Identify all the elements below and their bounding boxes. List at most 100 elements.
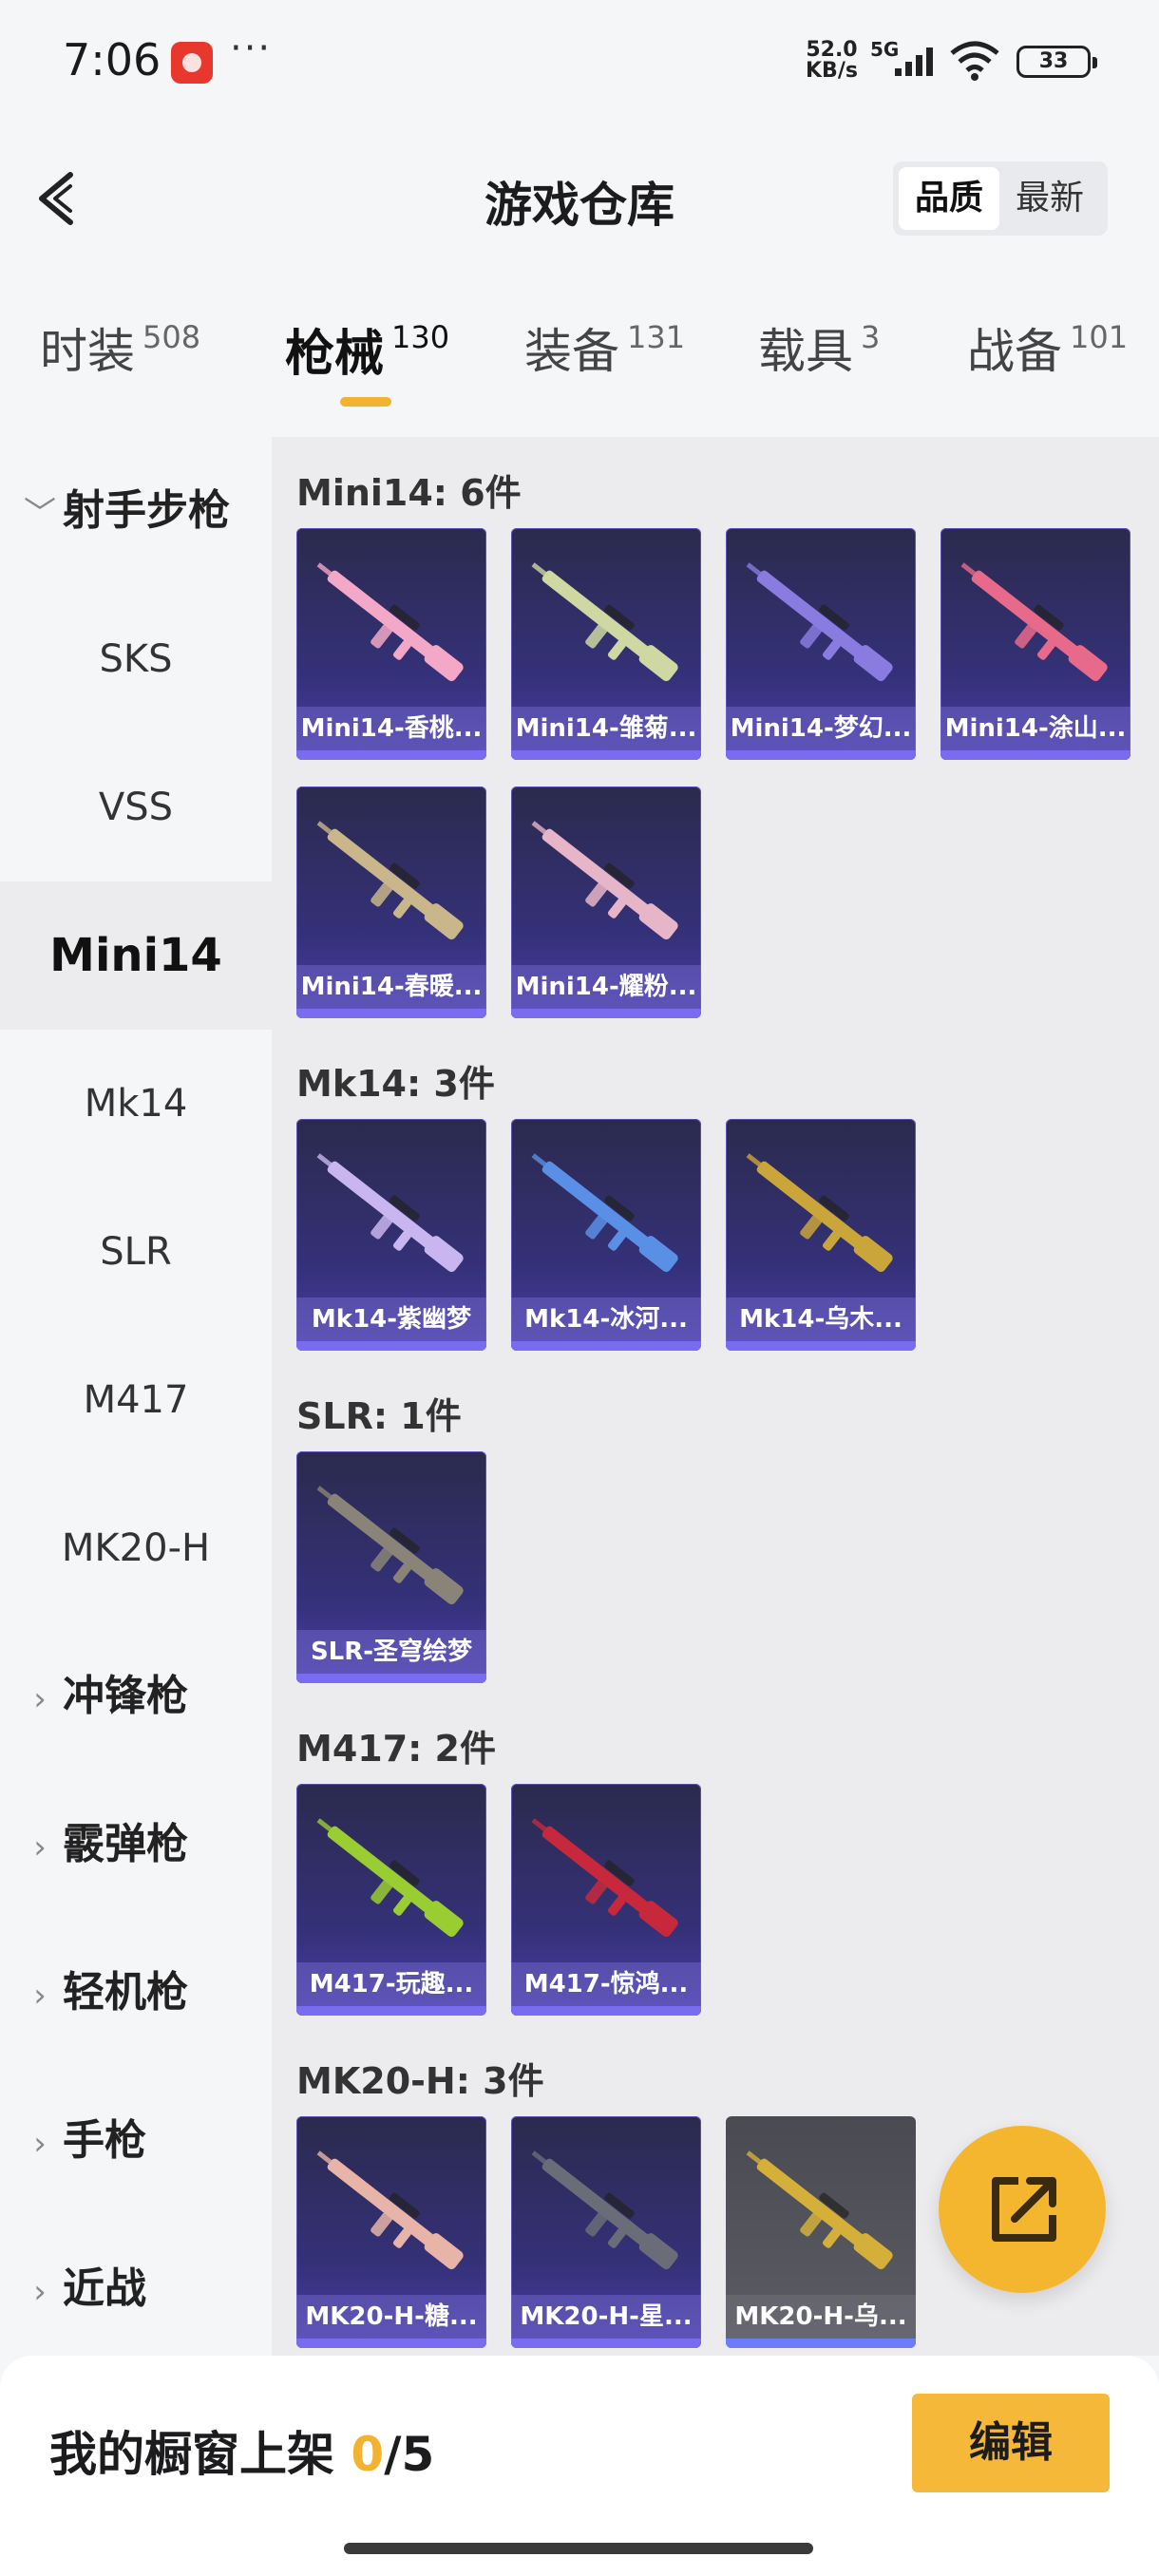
rifle-icon xyxy=(960,562,1108,682)
weapon-name: Mk14-乌木... xyxy=(726,1297,916,1341)
rifle-icon xyxy=(316,2150,464,2270)
chevron-right-icon: › xyxy=(33,2125,47,2163)
chevron-right-icon: › xyxy=(33,1977,47,2015)
rarity-strip xyxy=(296,1674,486,1683)
weapon-name: Mini14-耀粉... xyxy=(511,965,701,1009)
sidebar-group-marksman[interactable]: ﹀ 射手步枪 xyxy=(0,437,272,585)
sidebar-group-label: 手枪 xyxy=(63,2116,146,2165)
rarity-strip xyxy=(511,1341,701,1351)
rarity-strip xyxy=(296,1009,486,1018)
rarity-strip xyxy=(726,2339,916,2348)
weapon-name: SLR-圣穹绘梦 xyxy=(296,1630,486,1674)
rarity-strip xyxy=(511,2339,701,2348)
section-title: M417: 2件 xyxy=(296,1728,497,1770)
rifle-icon xyxy=(316,562,464,682)
sidebar-item-mk20h[interactable]: MK20-H xyxy=(0,1474,272,1622)
weapon-card[interactable]: MK20-H-星... xyxy=(511,2116,701,2348)
section-title: SLR: 1件 xyxy=(296,1395,462,1437)
sort-newest-button[interactable]: 最新 xyxy=(999,167,1100,230)
weapon-card[interactable]: SLR-圣穹绘梦 xyxy=(296,1451,486,1683)
tab-guns[interactable]: 枪械 130 xyxy=(285,313,449,408)
tab-label: 战备 xyxy=(967,324,1062,379)
sidebar-item-mk14[interactable]: Mk14 xyxy=(0,1030,272,1178)
weapon-name: MK20-H-乌... xyxy=(726,2295,916,2339)
tab-count: 3 xyxy=(861,319,881,355)
tab-count: 131 xyxy=(627,319,686,355)
sort-quality-button[interactable]: 品质 xyxy=(899,167,999,230)
more-notifications-icon: ··· xyxy=(230,27,273,70)
share-icon xyxy=(992,2177,1056,2242)
weapon-card[interactable]: Mk14-紫幽梦 xyxy=(296,1119,486,1351)
rifle-icon xyxy=(316,821,464,940)
sidebar-group-pistol[interactable]: › 手枪 xyxy=(0,2067,272,2215)
rarity-strip xyxy=(940,750,1130,760)
weapon-name: M417-惊鸿... xyxy=(511,1962,701,2006)
notification-app-icon xyxy=(171,42,213,84)
sidebar-group-label: 霰弹枪 xyxy=(63,1820,188,1868)
sidebar-group-shotgun[interactable]: › 霰弹枪 xyxy=(0,1771,272,1919)
tab-fashion[interactable]: 时装 508 xyxy=(40,313,200,408)
weapon-name: MK20-H-糖... xyxy=(296,2295,486,2339)
weapon-card[interactable]: Mini14-雏菊... xyxy=(511,528,701,760)
weapon-card[interactable]: Mini14-春暖... xyxy=(296,786,486,1018)
rifle-icon xyxy=(531,1818,678,1938)
home-indicator xyxy=(344,2543,813,2554)
weapon-card[interactable]: M417-惊鸿... xyxy=(511,1784,701,2016)
category-tabs: 时装 508 枪械 130 装备 131 载具 3 战备 101 xyxy=(0,313,1159,418)
weapon-card[interactable]: Mini14-梦幻... xyxy=(726,528,916,760)
weapon-card[interactable]: Mini14-香桃... xyxy=(296,528,486,760)
weapon-name: M417-玩趣... xyxy=(296,1962,486,2006)
chevron-right-icon: › xyxy=(33,1828,47,1866)
sidebar-item-sks[interactable]: SKS xyxy=(0,585,272,733)
weapon-card[interactable]: Mini14-涂山... xyxy=(940,528,1130,760)
section-title: Mk14: 3件 xyxy=(296,1063,495,1105)
sidebar-item-vss[interactable]: VSS xyxy=(0,733,272,881)
sidebar-group-smg[interactable]: › 冲锋枪 xyxy=(0,1622,272,1771)
tab-count: 508 xyxy=(142,319,201,355)
chevron-right-icon: › xyxy=(33,1680,47,1718)
weapon-card[interactable]: Mk14-冰河... xyxy=(511,1119,701,1351)
weapon-card[interactable]: MK20-H-乌... xyxy=(726,2116,916,2348)
rarity-strip xyxy=(511,750,701,760)
weapon-card[interactable]: M417-玩趣... xyxy=(296,1784,486,2016)
sidebar-item-mini14[interactable]: Mini14 xyxy=(0,881,272,1030)
weapon-name: Mini14-雏菊... xyxy=(511,707,701,750)
rifle-icon xyxy=(746,1153,893,1273)
chevron-down-icon: ﹀ xyxy=(24,495,56,533)
tab-vehicles[interactable]: 载具 3 xyxy=(758,313,880,408)
tab-label: 装备 xyxy=(524,324,619,379)
rifle-icon xyxy=(531,821,678,940)
tab-equipment[interactable]: 装备 131 xyxy=(524,313,685,408)
showcase-current: 0 xyxy=(351,2427,385,2482)
weapon-name: MK20-H-星... xyxy=(511,2295,701,2339)
sidebar-group-label: 冲锋枪 xyxy=(63,1672,188,1720)
sidebar-group-label: 近战 xyxy=(63,2264,146,2313)
rarity-strip xyxy=(296,2339,486,2348)
active-tab-indicator xyxy=(340,397,391,407)
rarity-strip xyxy=(726,750,916,760)
weapon-name: Mini14-春暖... xyxy=(296,965,486,1009)
edit-button[interactable]: 编辑 xyxy=(912,2394,1110,2492)
section-title: Mini14: 6件 xyxy=(296,472,522,514)
rarity-strip xyxy=(296,750,486,760)
net-speed-value: 52.0 xyxy=(806,38,858,62)
rifle-icon xyxy=(531,1153,678,1273)
sidebar-item-slr[interactable]: SLR xyxy=(0,1178,272,1326)
weapon-card[interactable]: Mini14-耀粉... xyxy=(511,786,701,1018)
sidebar-group-melee[interactable]: › 近战 xyxy=(0,2215,272,2363)
battery-icon: 33 xyxy=(1016,46,1097,78)
net-speed-unit: KB/s xyxy=(806,59,858,83)
sidebar-item-m417[interactable]: M417 xyxy=(0,1326,272,1474)
weapon-card[interactable]: MK20-H-糖... xyxy=(296,2116,486,2348)
weapon-card[interactable]: Mk14-乌木... xyxy=(726,1119,916,1351)
back-arrow-icon[interactable] xyxy=(28,165,95,232)
rifle-icon xyxy=(531,562,678,682)
sidebar-group-lmg[interactable]: › 轻机枪 xyxy=(0,1919,272,2067)
rarity-strip xyxy=(296,1341,486,1351)
tab-battle-prep[interactable]: 战备 101 xyxy=(967,313,1128,408)
rarity-strip xyxy=(511,1009,701,1018)
status-bar: 7:06 ··· 52.0 KB/s 5G 33 xyxy=(0,0,1159,123)
sidebar-group-label: 轻机枪 xyxy=(63,1968,188,2017)
share-button[interactable] xyxy=(939,2126,1106,2293)
rifle-icon xyxy=(531,2150,678,2270)
